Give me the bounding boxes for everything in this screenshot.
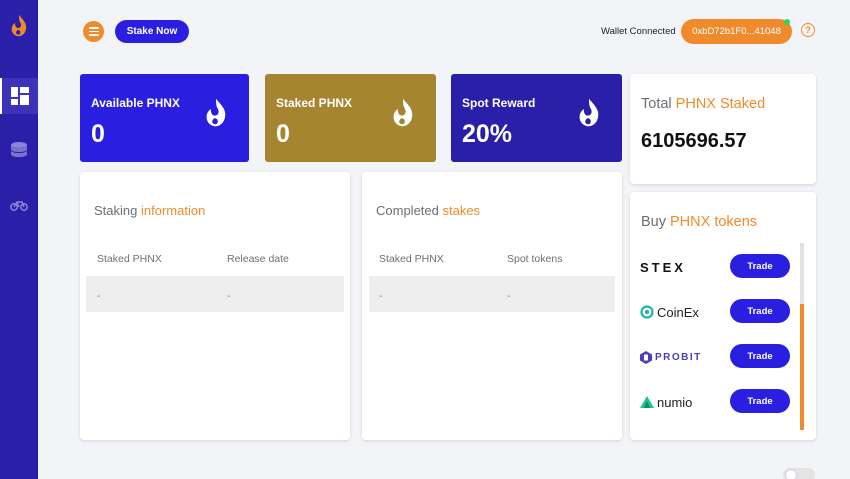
wallet-address-button[interactable]: 0xbD72b1F0...41048 [681, 19, 792, 44]
trade-button-probit[interactable]: Trade [730, 344, 790, 368]
sidebar-item-farming[interactable] [0, 187, 38, 223]
coinex-logo: CoinEx [640, 299, 699, 325]
column-header: Staked PHNX [97, 253, 162, 265]
exchange-row-stex: STEX Trade [640, 254, 790, 280]
numio-logo: numio [640, 389, 692, 415]
theme-toggle[interactable] [783, 468, 815, 479]
probit-mark-icon [640, 350, 652, 364]
dashboard-icon [11, 87, 29, 105]
column-header: Staked PHNX [379, 253, 444, 265]
stat-value: 0 [276, 120, 290, 148]
exchange-row-coinex: CoinEx Trade [640, 299, 790, 325]
stat-label: Available PHNX [91, 96, 180, 110]
menu-button[interactable] [83, 21, 104, 42]
help-icon[interactable]: ? [801, 23, 815, 37]
coinex-mark-icon [640, 305, 654, 319]
sidebar-item-staking[interactable] [0, 132, 38, 168]
total-staked-value: 6105696.57 [641, 130, 747, 152]
column-header: Spot tokens [507, 253, 563, 265]
stat-value: 20% [462, 120, 513, 148]
bicycle-icon [10, 201, 28, 211]
exchange-row-probit: PROBIT Trade [640, 344, 790, 370]
table-cell: - [227, 291, 231, 302]
trade-button-stex[interactable]: Trade [730, 254, 790, 278]
total-staked-title: Total PHNX Staked [641, 96, 766, 112]
scrollbar-thumb[interactable] [800, 304, 804, 430]
sidebar [0, 0, 38, 479]
sidebar-item-dashboard[interactable] [0, 78, 38, 114]
trade-button-numio[interactable]: Trade [730, 389, 790, 413]
hamburger-icon [88, 27, 99, 29]
exchange-row-numio: numio Trade [640, 389, 790, 415]
stat-value: 0 [91, 120, 105, 148]
phoenix-flame-logo[interactable] [9, 14, 29, 38]
buy-tokens-title: Buy PHNX tokens [641, 214, 758, 230]
table-cell: - [379, 291, 383, 302]
stat-card-staked: Staked PHNX 0 [265, 74, 436, 162]
stat-card-spot-reward: Spot Reward 20% [451, 74, 622, 162]
numio-mark-icon [640, 396, 654, 408]
stake-now-button[interactable]: Stake Now [115, 20, 189, 43]
sun-icon [785, 469, 797, 479]
probit-logo: PROBIT [640, 344, 702, 370]
table-cell: - [507, 291, 511, 302]
table-row [369, 276, 615, 312]
stat-label: Staked PHNX [276, 96, 353, 110]
phoenix-icon [579, 98, 599, 127]
card-title: Completed stakes [376, 203, 481, 218]
stat-card-available: Available PHNX 0 [80, 74, 249, 162]
buy-tokens-card: Buy PHNX tokens STEX Trade CoinEx Trade … [630, 192, 816, 440]
stex-logo: STEX [640, 259, 686, 275]
table-row [86, 276, 344, 312]
total-staked-card: Total PHNX Staked 6105696.57 [630, 74, 816, 184]
phoenix-icon [206, 98, 226, 127]
wallet-status-label: Wallet Connected [601, 26, 676, 37]
card-title: Staking information [94, 203, 206, 218]
wallet-connected-indicator [784, 19, 790, 25]
completed-stakes-card: Completed stakes Staked PHNX Spot tokens… [362, 172, 622, 440]
coins-stack-icon [11, 142, 27, 157]
staking-information-card: Staking information Staked PHNX Release … [80, 172, 350, 440]
column-header: Release date [227, 253, 289, 265]
phoenix-icon [393, 98, 413, 127]
table-cell: - [97, 291, 101, 302]
trade-button-coinex[interactable]: Trade [730, 299, 790, 323]
stat-label: Spot Reward [462, 96, 536, 110]
